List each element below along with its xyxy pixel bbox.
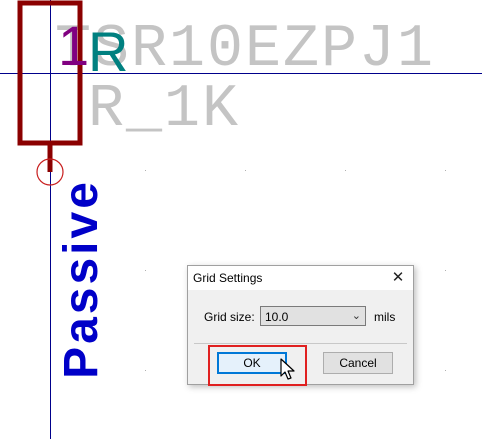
grid-size-label: Grid size: (204, 310, 255, 324)
reference-text: R (88, 20, 129, 83)
close-icon[interactable]: ✕ (383, 266, 413, 290)
grid-size-select[interactable]: 10.0 ⌄ (260, 306, 366, 326)
dialog-title: Grid Settings (193, 271, 263, 285)
pin-number-text: 1 (58, 14, 90, 77)
dialog-separator (194, 343, 407, 344)
cancel-button[interactable]: Cancel (323, 352, 393, 374)
mouse-pointer-icon (280, 358, 295, 380)
grid-size-unit: mils (374, 310, 396, 324)
chevron-down-icon: ⌄ (351, 310, 361, 322)
pin-type-label: Passive (55, 179, 108, 379)
grid-size-value: 10.0 (265, 310, 289, 324)
dialog-titlebar[interactable]: Grid Settings ✕ (188, 266, 413, 290)
